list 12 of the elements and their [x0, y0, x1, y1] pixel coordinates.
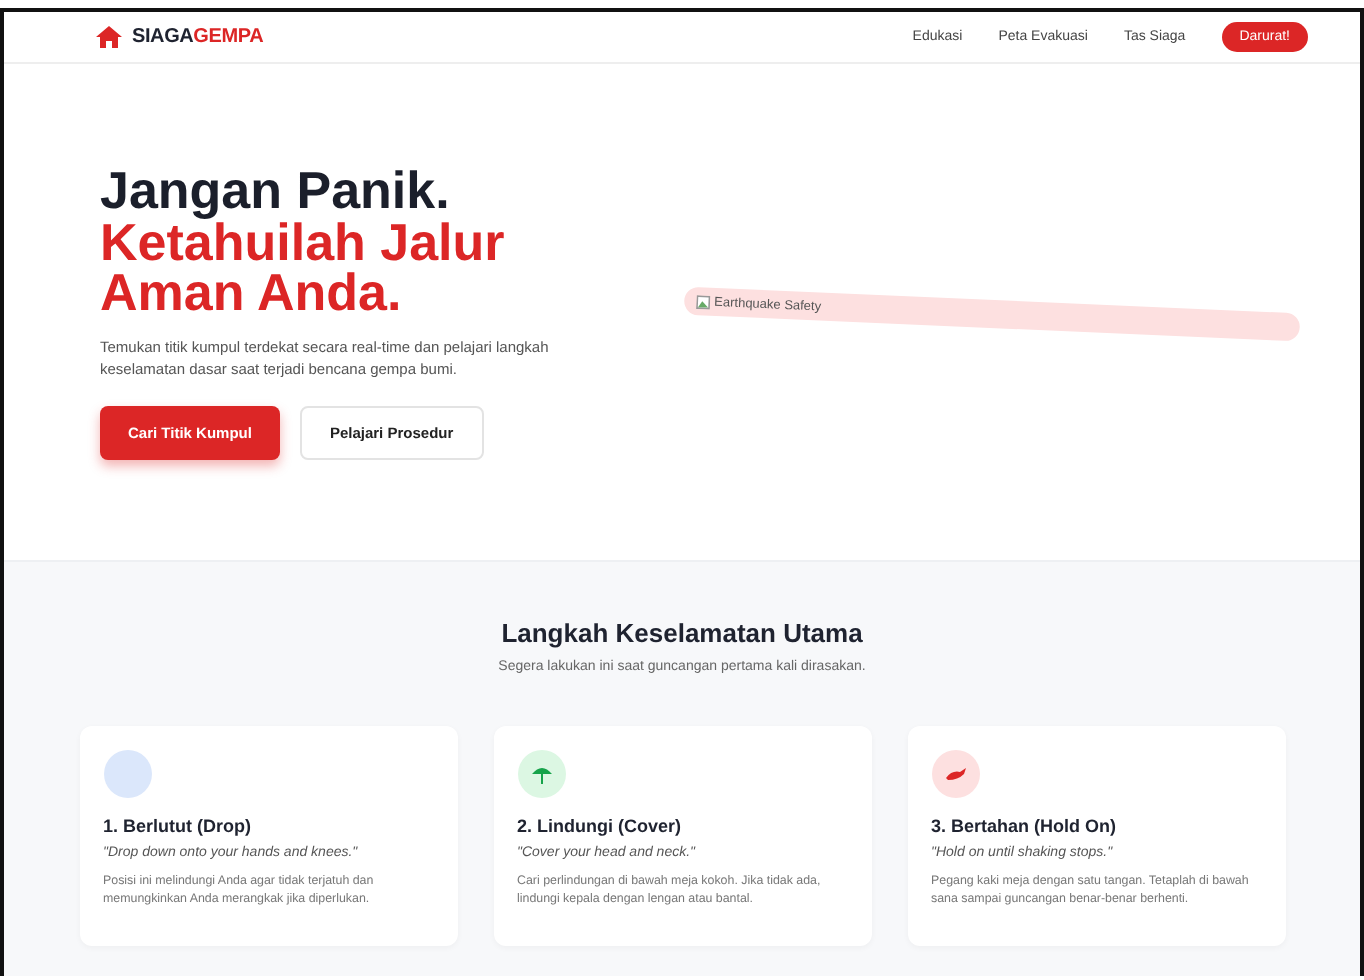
card-title: 1. Berlutut (Drop) [103, 816, 253, 836]
hero-title-accent: Ketahuilah Jalur Aman Anda. [100, 218, 507, 318]
icon-circle [103, 750, 151, 798]
card-title: 3. Bertahan (Hold On) [931, 816, 1119, 836]
umbrella-icon [517, 750, 565, 798]
hero-title: Jangan Panik. [100, 164, 452, 218]
house-icon [96, 26, 122, 48]
card-title: 2. Lindungi (Cover) [517, 816, 683, 836]
brand-name[interactable]: SIAGAGEMPA [132, 26, 264, 48]
broken-image-icon [696, 294, 711, 309]
section-title: Langkah Keselamatan Utama [501, 618, 863, 648]
hand-icon [931, 750, 979, 798]
